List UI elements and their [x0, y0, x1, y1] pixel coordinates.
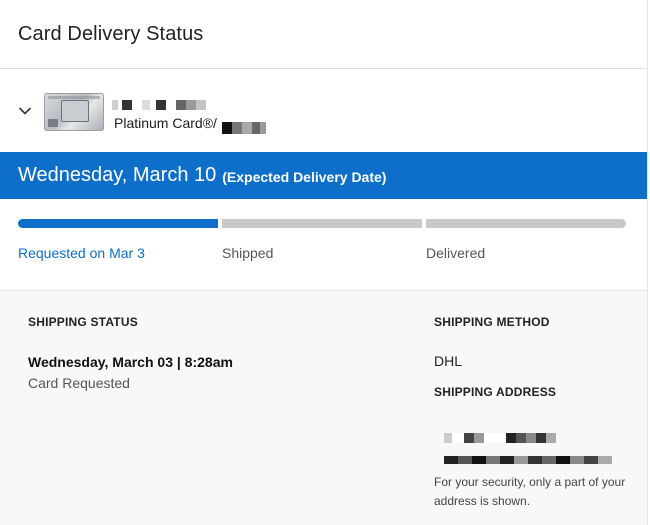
progress-segment-delivered [426, 219, 626, 228]
card-image [44, 93, 104, 131]
shipping-status-timestamp: Wednesday, March 03 | 8:28am [28, 354, 233, 370]
card-name-text: Platinum Card® [114, 115, 214, 131]
shipping-method-heading: SHIPPING METHOD [434, 315, 550, 329]
expected-delivery-banner: Wednesday, March 10 (Expected Delivery D… [0, 152, 647, 199]
redacted-address-line-2 [444, 456, 612, 464]
delivery-progress: Requested on Mar 3 Shipped Delivered [0, 199, 647, 291]
step-label-delivered: Delivered [426, 245, 486, 261]
step-label-requested: Requested on Mar 3 [18, 245, 145, 261]
shipping-address-heading: SHIPPING ADDRESS [434, 385, 557, 399]
progress-segment-requested [18, 219, 218, 228]
address-security-note: For your security, only a part of your a… [434, 475, 626, 508]
shipping-details: SHIPPING STATUS Wednesday, March 03 | 8:… [0, 291, 647, 525]
card-chip [48, 119, 58, 127]
card-stripe [48, 96, 100, 99]
step-label-shipped: Shipped [222, 245, 274, 261]
expected-delivery-note: (Expected Delivery Date) [222, 169, 387, 185]
card-delivery-status-panel: Card Delivery Status Platinum Card®/ Wed… [0, 0, 648, 525]
card-product-name: Platinum Card®/ [114, 115, 217, 131]
shipping-status-heading: SHIPPING STATUS [28, 315, 138, 329]
card-summary-row[interactable]: Platinum Card®/ [0, 69, 647, 152]
chevron-down-icon[interactable] [18, 104, 32, 118]
page-title: Card Delivery Status [18, 22, 204, 45]
redacted-address-line-1 [444, 433, 556, 443]
shipping-status-description: Card Requested [28, 375, 130, 391]
expected-delivery-date: Wednesday, March 10 [18, 164, 217, 186]
progress-segment-shipped [222, 219, 422, 228]
card-logo [61, 100, 89, 122]
redacted-card-number [222, 122, 266, 134]
card-name-suffix: / [213, 115, 217, 131]
redacted-cardholder-name [112, 100, 206, 110]
shipping-method-value: DHL [434, 353, 463, 369]
panel-header: Card Delivery Status [0, 0, 647, 69]
